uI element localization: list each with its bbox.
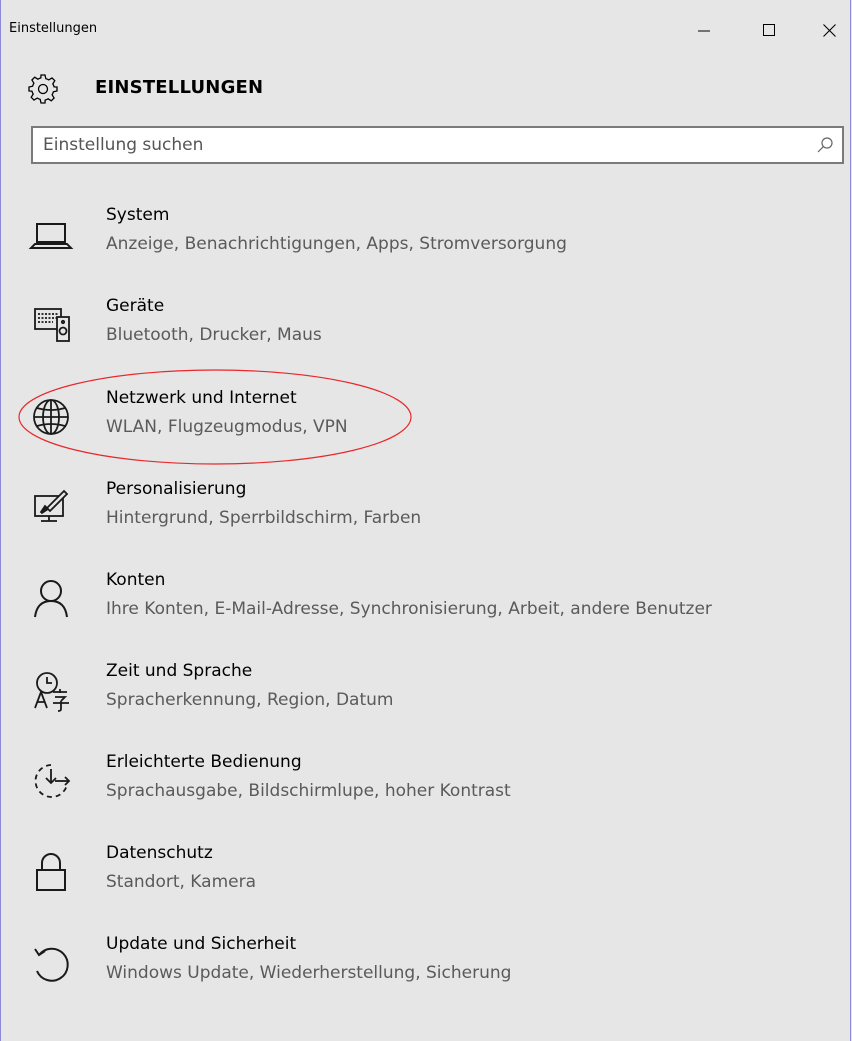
title-bar[interactable]: Einstellungen [1, 0, 850, 60]
settings-window: Einstellungen EINSTELLUNGEN Einstellung … [0, 0, 851, 1041]
category-subtitle: Spracherkennung, Region, Datum [106, 690, 394, 710]
gear-icon [28, 74, 58, 104]
category-subtitle: Hintergrund, Sperrbildschirm, Farben [106, 508, 422, 528]
category-privacy[interactable]: Datenschutz Standort, Kamera [1, 828, 850, 914]
maximize-icon [763, 24, 775, 36]
category-ease-of-access[interactable]: Erleichterte Bedienung Sprachausgabe, Bi… [1, 737, 850, 823]
category-subtitle: Ihre Konten, E-Mail-Adresse, Synchronisi… [106, 599, 712, 619]
category-personalization[interactable]: Personalisierung Hintergrund, Sperrbilds… [1, 464, 850, 550]
category-title: System [106, 205, 170, 225]
category-update-security[interactable]: Update und Sicherheit Windows Update, Wi… [1, 919, 850, 1005]
category-system[interactable]: System Anzeige, Benachrichtigungen, Apps… [1, 190, 850, 276]
category-title: Erleichterte Bedienung [106, 752, 302, 772]
category-title: Zeit und Sprache [106, 661, 253, 681]
category-title: Datenschutz [106, 843, 213, 863]
category-subtitle: WLAN, Flugzeugmodus, VPN [106, 417, 348, 437]
devices-icon [27, 301, 75, 349]
person-icon [27, 575, 75, 623]
globe-icon [27, 393, 75, 441]
window-title: Einstellungen [9, 21, 98, 36]
category-title: Geräte [106, 296, 165, 316]
time-language-icon [27, 666, 75, 714]
minimize-button[interactable] [681, 10, 727, 50]
laptop-icon [27, 210, 75, 258]
search-icon[interactable] [816, 136, 834, 154]
minimize-icon [698, 30, 710, 32]
category-subtitle: Windows Update, Wiederherstellung, Siche… [106, 963, 512, 983]
search-input[interactable] [33, 128, 803, 162]
category-title: Netzwerk und Internet [106, 388, 297, 408]
category-title: Konten [106, 570, 166, 590]
category-network[interactable]: Netzwerk und Internet WLAN, Flugzeugmodu… [1, 373, 850, 459]
category-subtitle: Sprachausgabe, Bildschirmlupe, hoher Kon… [106, 781, 511, 801]
personalization-icon [27, 484, 75, 532]
ease-of-access-icon [27, 757, 75, 805]
update-icon [27, 939, 75, 987]
category-accounts[interactable]: Konten Ihre Konten, E-Mail-Adresse, Sync… [1, 555, 850, 641]
maximize-button[interactable] [746, 10, 792, 50]
category-subtitle: Bluetooth, Drucker, Maus [106, 325, 322, 345]
close-button[interactable] [806, 10, 850, 50]
category-subtitle: Anzeige, Benachrichtigungen, Apps, Strom… [106, 234, 567, 254]
category-devices[interactable]: Geräte Bluetooth, Drucker, Maus [1, 281, 850, 367]
search-box[interactable] [31, 126, 844, 164]
category-title: Update und Sicherheit [106, 934, 297, 954]
category-time-language[interactable]: Zeit und Sprache Spracherkennung, Region… [1, 646, 850, 732]
page-header: EINSTELLUNGEN [1, 60, 850, 116]
category-subtitle: Standort, Kamera [106, 872, 256, 892]
category-title: Personalisierung [106, 479, 247, 499]
lock-icon [27, 848, 75, 896]
close-icon [822, 23, 836, 37]
page-title: EINSTELLUNGEN [95, 77, 264, 98]
